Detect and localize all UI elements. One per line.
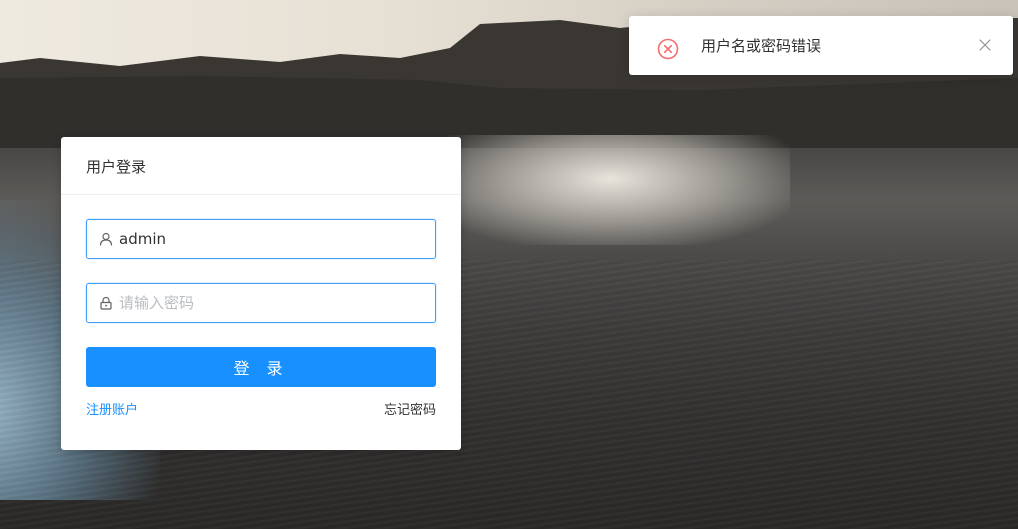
login-button[interactable]: 登 录 — [86, 347, 436, 387]
forgot-password-link[interactable]: 忘记密码 — [384, 399, 436, 418]
lock-icon — [100, 296, 112, 310]
login-card: 用户登录 登 录 注册账户 忘记密码 — [61, 137, 461, 450]
username-field[interactable] — [86, 219, 436, 259]
error-circle-icon — [657, 38, 679, 60]
password-input[interactable] — [119, 284, 419, 322]
login-card-title: 用户登录 — [61, 137, 461, 195]
close-icon[interactable] — [979, 39, 991, 51]
notification-message: 用户名或密码错误 — [701, 37, 822, 55]
error-notification: 用户名或密码错误 — [629, 16, 1013, 75]
register-link[interactable]: 注册账户 — [86, 399, 138, 418]
user-icon — [99, 232, 113, 246]
username-input[interactable] — [119, 220, 419, 258]
password-field[interactable] — [86, 283, 436, 323]
